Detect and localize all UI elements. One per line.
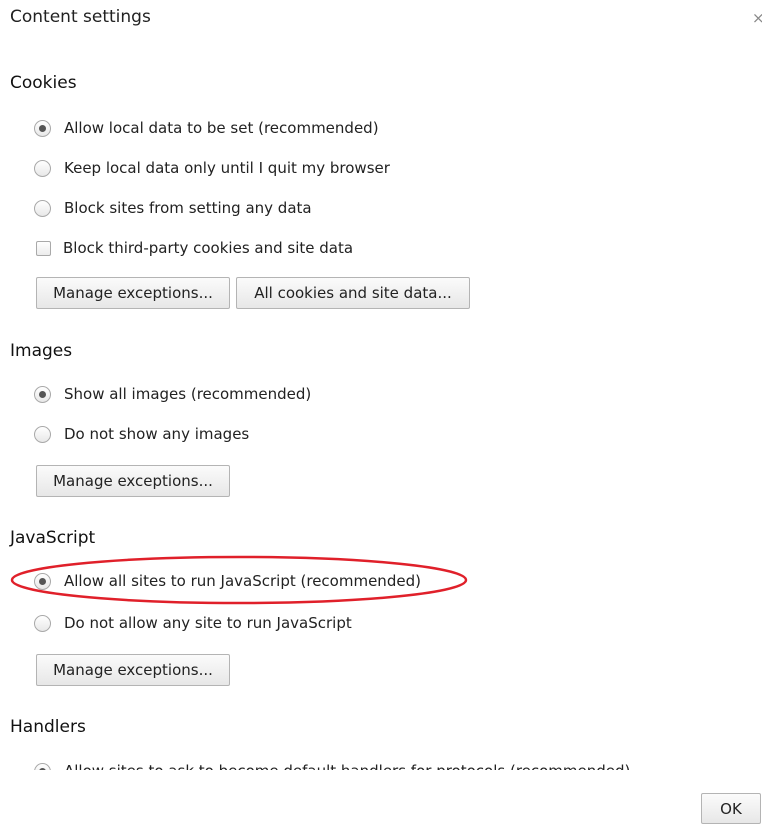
radio-label: Allow sites to ask to become default han… <box>64 762 630 770</box>
checkbox[interactable] <box>36 240 51 256</box>
close-icon[interactable]: × <box>752 10 762 26</box>
checkbox-label: Block third-party cookies and site data <box>63 239 354 257</box>
section-title-cookies: Cookies <box>10 73 77 93</box>
radio-button[interactable] <box>34 385 51 403</box>
radio-option-allow-handlers[interactable]: Allow sites to ask to become default han… <box>34 760 630 770</box>
radio-option-allow-local-data[interactable]: Allow local data to be set (recommended) <box>34 117 379 139</box>
radio-label: Allow local data to be set (recommended) <box>64 119 379 137</box>
radio-button[interactable] <box>34 425 51 443</box>
radio-label: Keep local data only until I quit my bro… <box>64 159 390 177</box>
content-settings-dialog: Content settings Cookies Allow local dat… <box>0 0 762 826</box>
ok-button[interactable]: OK <box>701 793 761 824</box>
radio-button[interactable] <box>34 119 51 137</box>
section-title-javascript: JavaScript <box>10 528 96 548</box>
radio-option-allow-javascript[interactable]: Allow all sites to run JavaScript (recom… <box>34 570 421 592</box>
radio-label: Do not show any images <box>64 425 250 443</box>
cookies-manage-exceptions-button[interactable]: Manage exceptions... <box>36 277 230 309</box>
section-title-handlers: Handlers <box>10 717 86 737</box>
checkbox-option-block-third-party[interactable]: Block third-party cookies and site data <box>36 237 353 259</box>
radio-option-block-javascript[interactable]: Do not allow any site to run JavaScript <box>34 612 352 634</box>
radio-button[interactable] <box>34 159 51 177</box>
radio-button[interactable] <box>34 762 51 770</box>
dialog-title: Content settings <box>10 7 151 27</box>
radio-label: Block sites from setting any data <box>64 199 312 217</box>
radio-button[interactable] <box>34 572 51 590</box>
radio-option-keep-local-data[interactable]: Keep local data only until I quit my bro… <box>34 157 390 179</box>
images-manage-exceptions-button[interactable]: Manage exceptions... <box>36 465 230 497</box>
radio-label: Do not allow any site to run JavaScript <box>64 614 352 632</box>
radio-label: Allow all sites to run JavaScript (recom… <box>64 572 421 590</box>
radio-option-show-images[interactable]: Show all images (recommended) <box>34 383 311 405</box>
radio-option-block-sites-data[interactable]: Block sites from setting any data <box>34 197 312 219</box>
section-title-images: Images <box>10 341 73 361</box>
settings-scroll-area[interactable]: Content settings Cookies Allow local dat… <box>0 0 762 770</box>
radio-option-hide-images[interactable]: Do not show any images <box>34 423 249 445</box>
all-cookies-site-data-button[interactable]: All cookies and site data... <box>236 277 470 309</box>
radio-label: Show all images (recommended) <box>64 385 312 403</box>
radio-button[interactable] <box>34 614 51 632</box>
javascript-manage-exceptions-button[interactable]: Manage exceptions... <box>36 654 230 686</box>
radio-button[interactable] <box>34 199 51 217</box>
